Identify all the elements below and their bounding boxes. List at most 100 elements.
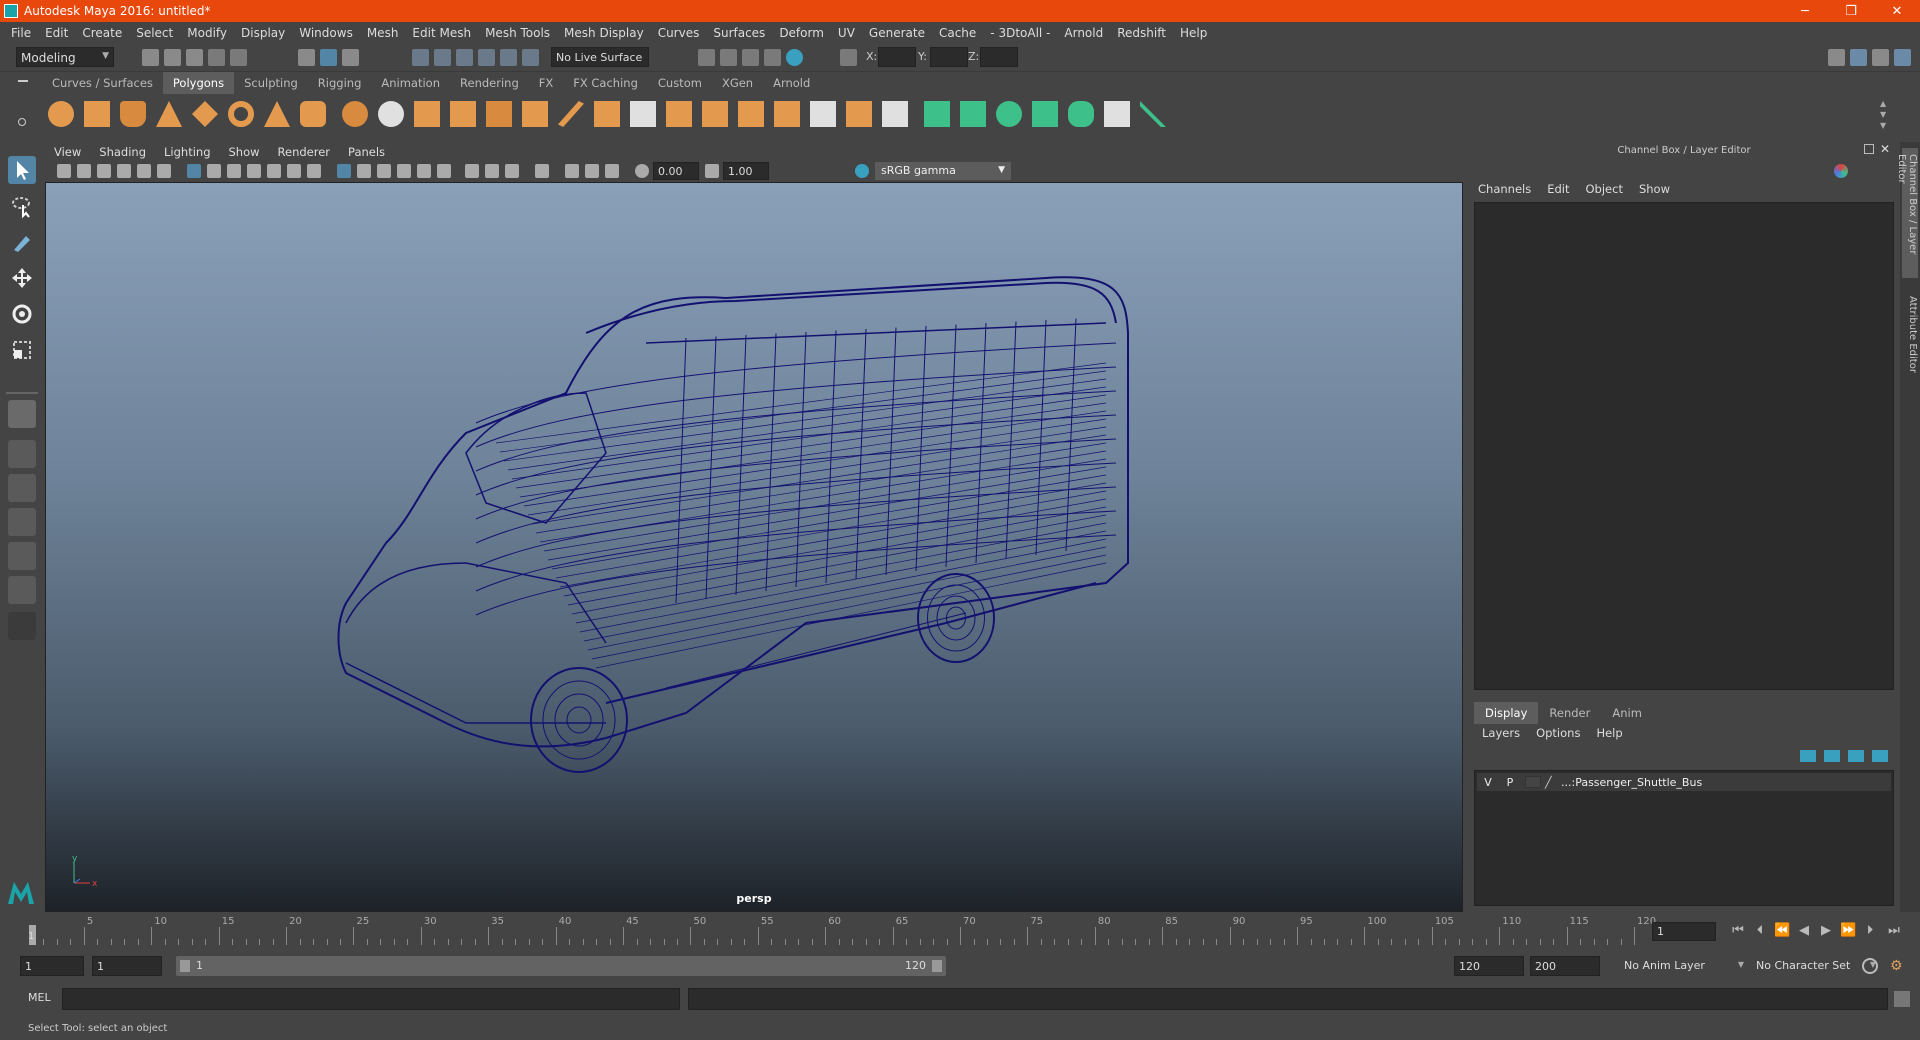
- render-frame-icon[interactable]: [720, 49, 737, 66]
- image-plane-icon[interactable]: [117, 164, 131, 178]
- menu-generate[interactable]: Generate: [862, 26, 932, 40]
- time-slider[interactable]: 5 10 15 20 25 30 35 40 45 50 55 60 65 70 75 80 85 90 95 100…: [22, 915, 1656, 945]
- xray-icon[interactable]: [565, 164, 579, 178]
- float-panel-icon[interactable]: [1864, 144, 1874, 154]
- ambient-occlusion-icon[interactable]: [465, 164, 479, 178]
- shelf-tab-fx[interactable]: FX: [529, 72, 564, 94]
- viewport-menu-show[interactable]: Show: [220, 145, 269, 159]
- playback-start-field[interactable]: 1: [92, 956, 162, 976]
- xray-components-icon[interactable]: [605, 164, 619, 178]
- menu-3dtoall[interactable]: - 3DtoAll -: [983, 26, 1057, 40]
- poly-plane-icon[interactable]: [192, 101, 218, 127]
- close-button[interactable]: ✕: [1874, 4, 1920, 19]
- unfold-uv-icon[interactable]: [1140, 101, 1166, 127]
- poly-smooth-icon[interactable]: [414, 101, 440, 127]
- z-field[interactable]: [980, 47, 1018, 67]
- anim-layer-dropdown[interactable]: No Anim Layer: [1620, 956, 1744, 976]
- menu-surfaces[interactable]: Surfaces: [706, 26, 772, 40]
- open-scene-icon[interactable]: [164, 49, 181, 66]
- single-perspective-layout-icon[interactable]: [8, 400, 36, 428]
- poly-pipe-icon[interactable]: [300, 101, 326, 127]
- menu-cache[interactable]: Cache: [932, 26, 983, 40]
- layer-tab-display[interactable]: Display: [1474, 702, 1539, 724]
- shelf-menu-icon[interactable]: [18, 80, 28, 82]
- viewport-menu-renderer[interactable]: Renderer: [269, 145, 340, 159]
- menu-curves[interactable]: Curves: [651, 26, 707, 40]
- menu-set-dropdown[interactable]: Modeling: [16, 47, 114, 67]
- rotate-tool-icon[interactable]: [8, 300, 36, 328]
- persp-uv-layout-icon[interactable]: [8, 576, 36, 604]
- menu-arnold[interactable]: Arnold: [1057, 26, 1110, 40]
- film-gate-icon[interactable]: [207, 164, 221, 178]
- transform-mode-icon[interactable]: [840, 49, 857, 66]
- grid-icon[interactable]: [187, 164, 201, 178]
- shelf-tab-fx-caching[interactable]: FX Caching: [563, 72, 648, 94]
- go-to-start-icon[interactable]: ⏮: [1730, 924, 1746, 940]
- offset-edge-loop-icon[interactable]: [810, 101, 836, 127]
- options-menu[interactable]: Options: [1528, 726, 1588, 740]
- auto-key-icon[interactable]: [1862, 958, 1878, 974]
- sidetab-attribute-editor[interactable]: Attribute Editor: [1902, 290, 1918, 400]
- motion-blur-icon[interactable]: [485, 164, 499, 178]
- render-view-icon[interactable]: [698, 49, 715, 66]
- step-back-key-icon[interactable]: ⏪: [1774, 924, 1790, 940]
- shelf-tab-curves-surfaces[interactable]: Curves / Surfaces: [42, 72, 163, 94]
- new-layer-selected-icon[interactable]: [1872, 750, 1888, 762]
- planar-uv-icon[interactable]: [924, 101, 950, 127]
- step-back-frame-icon[interactable]: ⏴: [1752, 924, 1768, 940]
- render-settings-icon[interactable]: [764, 49, 781, 66]
- ipr-render-icon[interactable]: [742, 49, 759, 66]
- cylindrical-uv-icon[interactable]: [960, 101, 986, 127]
- move-layer-up-icon[interactable]: [1800, 750, 1816, 762]
- shelf-scroll-arrows[interactable]: ▲ ▼ ▼: [1880, 98, 1890, 132]
- view-transform-dropdown[interactable]: sRGB gamma: [875, 162, 1011, 180]
- persp-outliner-layout-icon[interactable]: [8, 474, 36, 502]
- playback-end-field[interactable]: 120: [1454, 956, 1524, 976]
- toggle-attribute-editor-icon[interactable]: [1850, 49, 1867, 66]
- hypershade-icon[interactable]: [786, 49, 803, 66]
- menu-file[interactable]: File: [4, 26, 38, 40]
- isolate-select-icon[interactable]: [535, 164, 549, 178]
- menu-windows[interactable]: Windows: [292, 26, 360, 40]
- layer-color-icon[interactable]: ╱: [1545, 776, 1561, 789]
- close-panel-icon[interactable]: ✕: [1880, 142, 1890, 156]
- shadows-icon[interactable]: [437, 164, 451, 178]
- range-end-handle[interactable]: [932, 960, 942, 972]
- safe-title-icon[interactable]: [307, 164, 321, 178]
- exposure-field[interactable]: 0.00: [653, 162, 699, 180]
- snap-curve-icon[interactable]: [434, 49, 451, 66]
- snap-surface-icon[interactable]: [500, 49, 517, 66]
- wireframe-icon[interactable]: [337, 164, 351, 178]
- poly-fill-hole-icon[interactable]: [630, 101, 656, 127]
- multi-cut-icon[interactable]: [702, 101, 728, 127]
- poly-prism-icon[interactable]: [264, 101, 290, 127]
- select-components-icon[interactable]: [342, 49, 359, 66]
- snap-point-icon[interactable]: [456, 49, 473, 66]
- manipulator-icon[interactable]: [1834, 164, 1848, 178]
- layout-menu-icon[interactable]: [8, 612, 36, 640]
- script-editor-icon[interactable]: [1894, 991, 1910, 1007]
- move-layer-down-icon[interactable]: [1824, 750, 1840, 762]
- layer-help-menu[interactable]: Help: [1588, 726, 1630, 740]
- shelf-tab-sculpting[interactable]: Sculpting: [234, 72, 308, 94]
- poly-torus-icon[interactable]: [228, 101, 254, 127]
- textured-icon[interactable]: [397, 164, 411, 178]
- restore-button[interactable]: ❐: [1828, 4, 1874, 19]
- shelf-tab-arnold[interactable]: Arnold: [763, 72, 820, 94]
- menu-create[interactable]: Create: [75, 26, 129, 40]
- sidetab-channel-box[interactable]: Channel Box / Layer Editor: [1896, 148, 1918, 278]
- character-set-dropdown[interactable]: No Character Set: [1752, 956, 1876, 976]
- poly-cone-icon[interactable]: [156, 101, 182, 127]
- new-empty-layer-icon[interactable]: [1848, 750, 1864, 762]
- layer-visibility-toggle[interactable]: V: [1477, 776, 1499, 789]
- shelf-tab-rigging[interactable]: Rigging: [308, 72, 372, 94]
- shelf-tab-animation[interactable]: Animation: [371, 72, 450, 94]
- poly-cylinder-icon[interactable]: [120, 101, 146, 127]
- menu-edit-mesh[interactable]: Edit Mesh: [405, 26, 478, 40]
- field-chart-icon[interactable]: [267, 164, 281, 178]
- minimize-button[interactable]: ─: [1782, 4, 1828, 19]
- layer-display-type-toggle[interactable]: [1525, 776, 1541, 788]
- menu-redshift[interactable]: Redshift: [1110, 26, 1173, 40]
- select-objects-icon[interactable]: [320, 49, 337, 66]
- play-backwards-icon[interactable]: ◀: [1796, 924, 1812, 940]
